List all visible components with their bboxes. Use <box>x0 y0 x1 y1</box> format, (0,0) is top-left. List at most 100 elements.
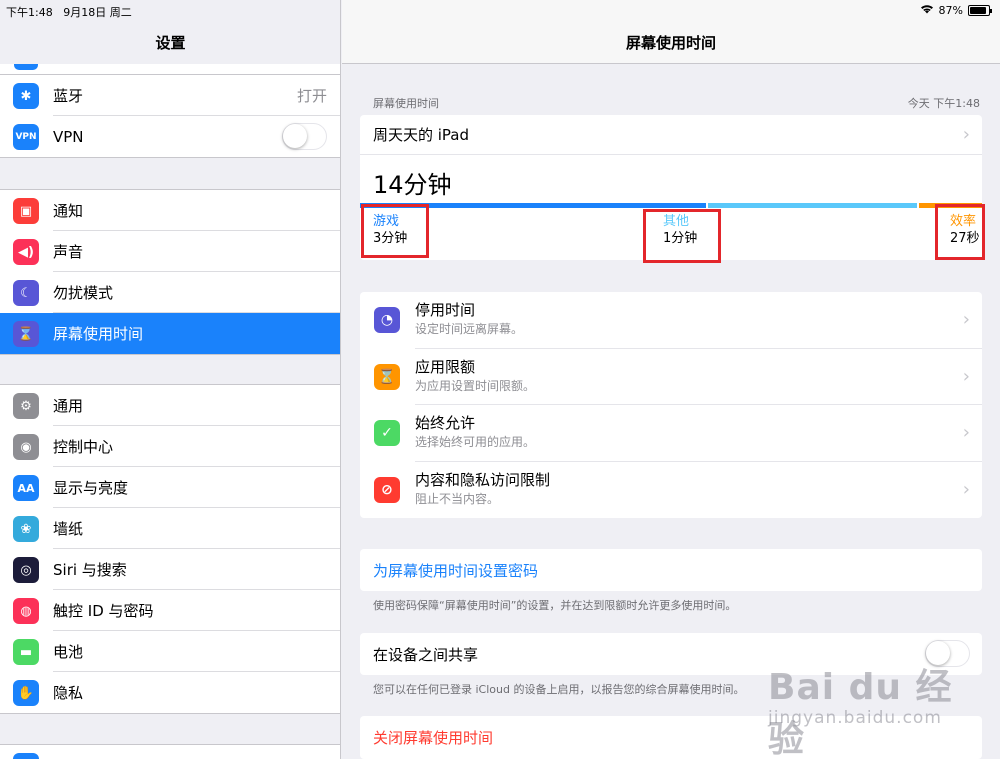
sidebar-item-label: 电池 <box>53 643 84 661</box>
chevron-right-icon: › <box>962 365 970 387</box>
sidebar-item-hourglass[interactable]: ⌛ 屏幕使用时间 <box>0 313 340 354</box>
device-row[interactable]: 周天天的 iPad › <box>360 115 982 155</box>
feature-title: 内容和隐私访问限制 <box>415 470 551 489</box>
sidebar-item-label: 通知 <box>53 202 84 220</box>
sidebar-item-sound[interactable]: ◀) 声音 <box>0 231 340 272</box>
sidebar-item-label: 触控 ID 与密码 <box>53 602 154 620</box>
battery-icon <box>968 5 992 16</box>
highlight-box <box>643 209 721 263</box>
partial-row-icon <box>14 64 38 70</box>
sidebar-item-control-center[interactable]: ◉ 控制中心 <box>0 426 340 467</box>
sidebar-item-label: Siri 与搜索 <box>53 561 127 579</box>
wallpaper-icon: ❀ <box>13 516 39 542</box>
feature-row-downtime[interactable]: ◔ 停用时间设定时间远离屏幕。 › <box>360 292 982 349</box>
fingerprint-icon: ◍ <box>13 598 39 624</box>
app-limits-icon: ⌛ <box>374 363 400 390</box>
status-date: 9月18日 周二 <box>63 6 132 19</box>
status-time: 下午1:48 <box>6 6 53 19</box>
settings-sidebar: 设置 ✱ 蓝牙 打开 VPN VPN ▣ 通知 ◀) 声音 ☾ 勿扰模式 ⌛ 屏幕使用时间 ⚙ 通用 ◉ 控… <box>0 0 341 759</box>
sidebar-item-bluetooth[interactable]: ✱ 蓝牙 打开 <box>0 75 340 116</box>
downtime-icon: ◔ <box>374 307 400 333</box>
hourglass-icon: ⌛ <box>13 321 39 347</box>
notifications-icon: ▣ <box>13 198 39 224</box>
sidebar-item-label: 勿扰模式 <box>53 284 114 302</box>
sound-icon: ◀) <box>13 239 39 265</box>
set-passcode-link[interactable]: 为屏幕使用时间设置密码 <box>360 549 982 591</box>
status-right: 87% <box>920 4 992 17</box>
moon-icon: ☾ <box>13 280 39 306</box>
vpn-icon: VPN <box>13 124 39 150</box>
section-header-timestamp: 今天 下午1:48 <box>907 97 980 110</box>
sidebar-item-vpn[interactable]: VPN VPN <box>0 116 340 157</box>
siri-icon: ◎ <box>13 557 39 583</box>
chevron-right-icon: › <box>962 478 970 500</box>
sidebar-item-display[interactable]: AA 显示与亮度 <box>0 467 340 508</box>
sidebar-item-label: 屏幕使用时间 <box>53 325 144 343</box>
sidebar-item-label: 控制中心 <box>53 438 114 456</box>
sidebar-item-wallpaper[interactable]: ❀ 墙纸 <box>0 508 340 549</box>
sidebar-group-next <box>0 744 340 759</box>
sidebar-item-label: VPN <box>53 127 84 146</box>
watermark-url: jingyan.baidu.com <box>768 708 942 728</box>
sidebar-item-battery[interactable]: ▬ 电池 <box>0 631 340 672</box>
sidebar-item-notifications[interactable]: ▣ 通知 <box>0 190 340 231</box>
always-allowed-icon: ✓ <box>374 420 400 446</box>
feature-subtitle: 设定时间远离屏幕。 <box>415 322 524 336</box>
display-icon: AA <box>13 475 39 501</box>
sidebar-item-siri[interactable]: ◎ Siri 与搜索 <box>0 549 340 590</box>
control-center-icon: ◉ <box>13 434 39 460</box>
screen-time-features-list: ◔ 停用时间设定时间远离屏幕。 › ⌛ 应用限额为应用设置时间限额。 › ✓ 始终允许选择始终… <box>360 292 982 518</box>
sidebar-group-connectivity: ✱ 蓝牙 打开 VPN VPN <box>0 74 340 158</box>
device-name: 周天天的 iPad <box>373 126 470 144</box>
feature-subtitle: 为应用设置时间限额。 <box>415 378 536 393</box>
usage-bar-other <box>708 203 917 208</box>
feature-subtitle: 选择始终可用的应用。 <box>415 435 536 449</box>
share-label: 在设备之间共享 <box>373 645 479 664</box>
battery-percent: 87% <box>938 4 963 17</box>
wifi-icon <box>920 4 934 17</box>
chevron-right-icon: › <box>962 123 970 145</box>
section-header: 屏幕使用时间 <box>373 97 439 110</box>
feature-row-app-limits[interactable]: ⌛ 应用限额为应用设置时间限额。 › <box>360 349 982 405</box>
sidebar-title: 设置 <box>155 34 186 52</box>
vpn-toggle[interactable] <box>282 123 327 150</box>
sidebar-item-fingerprint[interactable]: ◍ 触控 ID 与密码 <box>0 590 340 631</box>
battery-icon: ▬ <box>13 639 39 665</box>
baidu-watermark: Bai du 经验 jingyan.baidu.com <box>768 658 978 759</box>
sidebar-item-gear[interactable]: ⚙ 通用 <box>0 385 340 426</box>
feature-subtitle: 阻止不当内容。 <box>415 491 500 506</box>
hand-icon: ✋ <box>13 680 39 706</box>
total-usage: 14分钟 <box>373 171 452 199</box>
gear-icon: ⚙ <box>13 393 39 419</box>
restrictions-icon: ⊘ <box>374 476 400 503</box>
screen-time-panel: 屏幕使用时间 屏幕使用时间 今天 下午1:48 周天天的 iPad › 14分钟… <box>342 0 1000 759</box>
sidebar-group-notifications: ▣ 通知 ◀) 声音 ☾ 勿扰模式 ⌛ 屏幕使用时间 <box>0 189 340 355</box>
feature-row-always-allowed[interactable]: ✓ 始终允许选择始终可用的应用。 › <box>360 405 982 462</box>
sidebar-item-label: 蓝牙 <box>53 87 84 105</box>
feature-title: 停用时间 <box>415 301 476 319</box>
page-title: 屏幕使用时间 <box>625 34 716 52</box>
sidebar-item-label: 声音 <box>53 243 84 261</box>
status-bar: 下午1:48 9月18日 周二 87% <box>0 0 1000 22</box>
passcode-footer: 使用密码保障“屏幕使用时间”的设置，并在达到限额时允许更多使用时间。 <box>373 599 737 612</box>
highlight-box <box>935 204 985 260</box>
sidebar-group-general: ⚙ 通用 ◉ 控制中心 AA 显示与亮度 ❀ 墙纸 ◎ Siri 与搜索 ◍ 触控 ID 与密码 ▬ 电池… <box>0 384 340 714</box>
highlight-box <box>361 204 429 258</box>
sidebar-item-label: 通用 <box>53 397 84 415</box>
sidebar-item-label: 隐私 <box>53 684 84 702</box>
usage-summary-card: 周天天的 iPad › 14分钟 游戏 3分钟 其他 1分钟 效率 27秒 <box>360 115 985 263</box>
feature-row-restrictions[interactable]: ⊘ 内容和隐私访问限制阻止不当内容。 › <box>360 462 982 519</box>
sidebar-item-label: 显示与亮度 <box>53 479 129 497</box>
sidebar-item-moon[interactable]: ☾ 勿扰模式 <box>0 272 340 313</box>
sidebar-item-label: 墙纸 <box>53 520 84 538</box>
partial-row-icon <box>13 753 39 759</box>
chevron-right-icon: › <box>962 309 970 330</box>
bluetooth-icon: ✱ <box>13 83 39 109</box>
status-time-date: 下午1:48 9月18日 周二 <box>6 4 132 20</box>
feature-title: 始终允许 <box>415 414 476 432</box>
chevron-right-icon: › <box>962 422 970 443</box>
sidebar-item-value: 打开 <box>296 87 327 105</box>
feature-title: 应用限额 <box>415 357 476 376</box>
share-footer: 您可以在任何已登录 iCloud 的设备上启用，以报告您的综合屏幕使用时间。 <box>373 683 745 696</box>
sidebar-item-hand[interactable]: ✋ 隐私 <box>0 672 340 713</box>
